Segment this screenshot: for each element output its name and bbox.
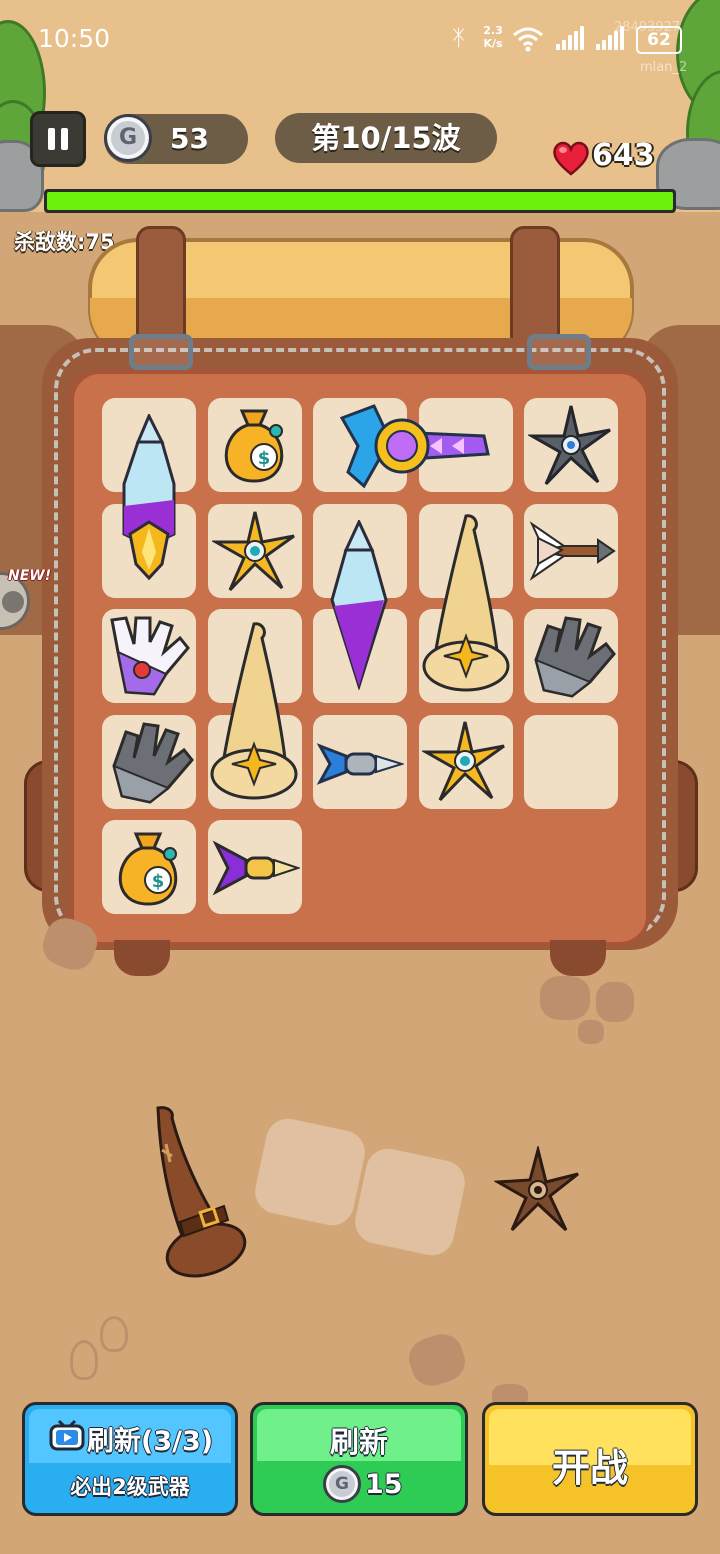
wifi-icon	[512, 26, 544, 56]
cell-signal-1-icon	[556, 26, 584, 50]
buckle-right	[527, 334, 591, 370]
svg-text:$: $	[258, 448, 271, 469]
crystal-glove-icon[interactable]	[104, 612, 192, 704]
purple-potion-icon[interactable]	[116, 412, 182, 588]
new-badge-label: NEW!	[8, 568, 52, 584]
brown-wizard-hat-icon[interactable]	[144, 1104, 250, 1284]
gold-shuriken-icon[interactable]	[210, 508, 298, 598]
bedroll-strap-right	[510, 226, 560, 350]
crystal-blaster-icon[interactable]	[334, 400, 494, 498]
hp-count: 643	[592, 138, 655, 173]
purple-potion-icon[interactable]	[326, 518, 392, 694]
start-battle-label: 开战	[551, 1446, 628, 1490]
svg-text:$: $	[152, 871, 165, 892]
money-bag-icon[interactable]: $	[108, 826, 188, 912]
wizard-hat-icon[interactable]	[208, 620, 300, 808]
shop-slot[interactable]	[351, 1144, 469, 1260]
bluetooth-icon: ᛡ	[452, 26, 466, 51]
arrow-icon[interactable]	[528, 518, 616, 588]
refresh-cost: 15	[365, 1469, 403, 1500]
refresh-button[interactable]: 刷新 G 15	[250, 1402, 468, 1516]
hp-bar-fill	[47, 192, 673, 210]
refresh-label: 刷新	[329, 1425, 388, 1459]
coin-count: 53	[170, 122, 209, 155]
steel-glove-icon[interactable]	[526, 612, 616, 704]
heart-icon	[552, 140, 589, 176]
network-speed: 2.3 K/s	[483, 24, 503, 50]
grid-cell[interactable]	[524, 715, 618, 809]
hp-bar	[44, 189, 676, 213]
blue-dart-icon[interactable]	[316, 738, 406, 794]
coin-icon: G	[104, 114, 152, 162]
dark-shuriken-icon[interactable]	[526, 402, 614, 492]
bedroll-strap-left	[136, 226, 186, 350]
kill-count: 杀敌数:75	[14, 230, 115, 254]
wizard-hat-icon[interactable]	[420, 512, 512, 700]
money-bag-icon[interactable]: $	[214, 403, 294, 489]
watermark: 28493927	[614, 20, 681, 35]
status-bar: 10:50 ᛡ 2.3 K/s 62 28493927 mlan_2	[0, 0, 720, 80]
pause-button[interactable]	[30, 111, 86, 167]
clock: 10:50	[38, 24, 111, 53]
purple-dart-icon[interactable]	[212, 838, 302, 902]
steel-glove-icon[interactable]	[104, 718, 194, 810]
refresh-ad-label: 刷新(3/3)	[87, 1426, 214, 1457]
gold-shuriken-icon[interactable]	[420, 718, 508, 808]
tv-ad-icon	[49, 1419, 85, 1451]
shop-slot[interactable]	[251, 1114, 369, 1230]
wave-indicator: 第10/15波	[275, 113, 497, 163]
user-tag: mlan_2	[640, 60, 688, 75]
pause-icon	[48, 128, 55, 150]
buckle-left	[129, 334, 193, 370]
start-battle-button[interactable]: 开战	[482, 1402, 698, 1516]
brown-shuriken-icon[interactable]	[492, 1144, 582, 1238]
refresh-ad-sublabel: 必出2级武器	[70, 1475, 190, 1499]
refresh-ad-button[interactable]: 刷新(3/3) 必出2级武器	[22, 1402, 238, 1516]
coin-icon: G	[323, 1465, 361, 1503]
character-icon	[2, 591, 24, 613]
